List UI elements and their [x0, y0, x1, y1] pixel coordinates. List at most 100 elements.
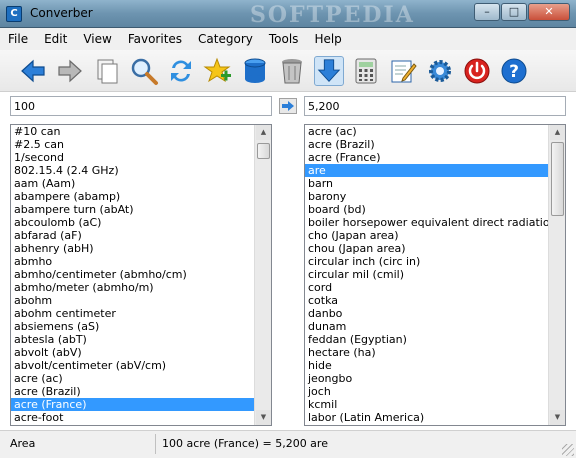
list-item[interactable]: cotka	[305, 294, 548, 307]
list-item[interactable]: board (bd)	[305, 203, 548, 216]
menu-view[interactable]: View	[83, 32, 111, 46]
list-item[interactable]: barony	[305, 190, 548, 203]
close-button[interactable]: ✕	[528, 3, 570, 21]
menu-favorites[interactable]: Favorites	[128, 32, 182, 46]
list-item[interactable]: hide	[305, 359, 548, 372]
convert-arrow-icon[interactable]	[279, 98, 297, 114]
list-item[interactable]: #10 can	[11, 125, 254, 138]
list-item[interactable]: labor (Latin America)	[305, 411, 548, 424]
swap-button[interactable]	[166, 56, 196, 86]
list-item[interactable]: cho (Japan area)	[305, 229, 548, 242]
list-item[interactable]: abcoulomb (aC)	[11, 216, 254, 229]
list-item[interactable]: hectare (ha)	[305, 346, 548, 359]
list-item[interactable]: acre (Brazil)	[305, 138, 548, 151]
from-scrollbar[interactable]: ▲ ▼	[254, 125, 271, 425]
window-title: Converber	[30, 6, 93, 20]
menu-category[interactable]: Category	[198, 32, 253, 46]
forward-button[interactable]	[55, 56, 85, 86]
edit-button[interactable]	[388, 56, 418, 86]
help-icon: ?	[501, 58, 527, 83]
help-button[interactable]: ?	[499, 56, 529, 86]
list-item[interactable]: jeongbo	[305, 372, 548, 385]
list-item[interactable]: abfarad (aF)	[11, 229, 254, 242]
list-item[interactable]: 1/second	[11, 151, 254, 164]
scroll-thumb[interactable]	[257, 143, 270, 159]
list-item[interactable]: circular inch (circ in)	[305, 255, 548, 268]
list-item[interactable]: abmho/centimeter (abmho/cm)	[11, 268, 254, 281]
from-units-list[interactable]: #10 can #2.5 can 1/second 802.15.4 (2.4 GHz…	[10, 124, 272, 426]
scroll-down-icon[interactable]: ▼	[256, 410, 271, 425]
list-item[interactable]: acre (France)	[11, 398, 254, 411]
list-item[interactable]: danbo	[305, 307, 548, 320]
list-item[interactable]: abtesla (abT)	[11, 333, 254, 346]
edit-icon	[391, 60, 417, 82]
list-item[interactable]: abampere (abamp)	[11, 190, 254, 203]
copy-button[interactable]	[92, 56, 122, 86]
window-controls: – □ ✕	[473, 3, 570, 21]
exit-button[interactable]	[462, 56, 492, 86]
menu-help[interactable]: Help	[314, 32, 341, 46]
list-item[interactable]: circular mil (cmil)	[305, 268, 548, 281]
scroll-thumb[interactable]	[551, 142, 564, 216]
swap-icon	[171, 59, 191, 82]
from-units-items: #10 can #2.5 can 1/second 802.15.4 (2.4 GHz…	[11, 125, 254, 424]
calculator-button[interactable]	[351, 56, 381, 86]
add-favorite-button[interactable]	[203, 56, 233, 86]
list-item[interactable]: abvolt/centimeter (abV/cm)	[11, 359, 254, 372]
list-item[interactable]: abvolt (abV)	[11, 346, 254, 359]
value-row	[0, 96, 576, 116]
list-item[interactable]: abmho/meter (abmho/m)	[11, 281, 254, 294]
download-icon	[317, 58, 341, 82]
to-units-list[interactable]: acre (ac) acre (Brazil) acre (France) are ba…	[304, 124, 566, 426]
trash-button[interactable]	[277, 56, 307, 86]
list-item[interactable]: feddan (Egyptian)	[305, 333, 548, 346]
list-item[interactable]: acre (ac)	[11, 372, 254, 385]
list-item[interactable]: abhenry (abH)	[11, 242, 254, 255]
search-button[interactable]	[129, 56, 159, 86]
list-item[interactable]: 802.15.4 (2.4 GHz)	[11, 164, 254, 177]
list-item[interactable]: aam (Aam)	[11, 177, 254, 190]
list-item[interactable]: boiler horsepower equivalent direct radi…	[305, 216, 548, 229]
scroll-down-icon[interactable]: ▼	[550, 410, 565, 425]
list-item[interactable]: acre (Brazil)	[11, 385, 254, 398]
title-bar: C Converber SOFTPEDIA – □ ✕	[0, 0, 576, 28]
list-item[interactable]: cord	[305, 281, 548, 294]
minimize-button[interactable]: –	[474, 3, 500, 21]
calculator-icon	[355, 58, 377, 83]
resize-grip[interactable]	[562, 444, 574, 456]
list-item[interactable]: absiemens (aS)	[11, 320, 254, 333]
maximize-button[interactable]: □	[501, 3, 527, 21]
list-item[interactable]: #2.5 can	[11, 138, 254, 151]
menu-tools[interactable]: Tools	[269, 32, 299, 46]
list-item[interactable]: acre (ac)	[305, 125, 548, 138]
list-item[interactable]: acre-foot	[11, 411, 254, 424]
settings-button[interactable]	[425, 56, 455, 86]
to-value-input[interactable]	[304, 96, 566, 116]
list-item[interactable]: barn	[305, 177, 548, 190]
list-item[interactable]: are	[305, 164, 548, 177]
list-item[interactable]: dunam	[305, 320, 548, 333]
list-item[interactable]: kcmil	[305, 398, 548, 411]
list-item[interactable]: acre (France)	[305, 151, 548, 164]
list-item[interactable]: abmho	[11, 255, 254, 268]
list-item[interactable]: joch	[305, 385, 548, 398]
menu-edit[interactable]: Edit	[44, 32, 67, 46]
back-arrow-icon	[21, 59, 45, 82]
watermark: SOFTPEDIA	[250, 2, 415, 28]
svg-text:?: ?	[509, 62, 519, 82]
database-button[interactable]	[240, 56, 270, 86]
list-item[interactable]: abohm	[11, 294, 254, 307]
list-item[interactable]: chou (Japan area)	[305, 242, 548, 255]
list-item[interactable]: abampere turn (abAt)	[11, 203, 254, 216]
database-icon	[244, 58, 266, 83]
download-button[interactable]	[314, 55, 344, 86]
to-scrollbar[interactable]: ▲ ▼	[548, 125, 565, 425]
trash-icon	[282, 58, 302, 83]
list-item[interactable]: abohm centimeter	[11, 307, 254, 320]
menu-file[interactable]: File	[8, 32, 28, 46]
from-value-input[interactable]	[10, 96, 272, 116]
scroll-up-icon[interactable]: ▲	[256, 125, 271, 140]
toolbar: ?	[0, 50, 576, 92]
scroll-up-icon[interactable]: ▲	[550, 125, 565, 140]
back-button[interactable]	[18, 56, 48, 86]
